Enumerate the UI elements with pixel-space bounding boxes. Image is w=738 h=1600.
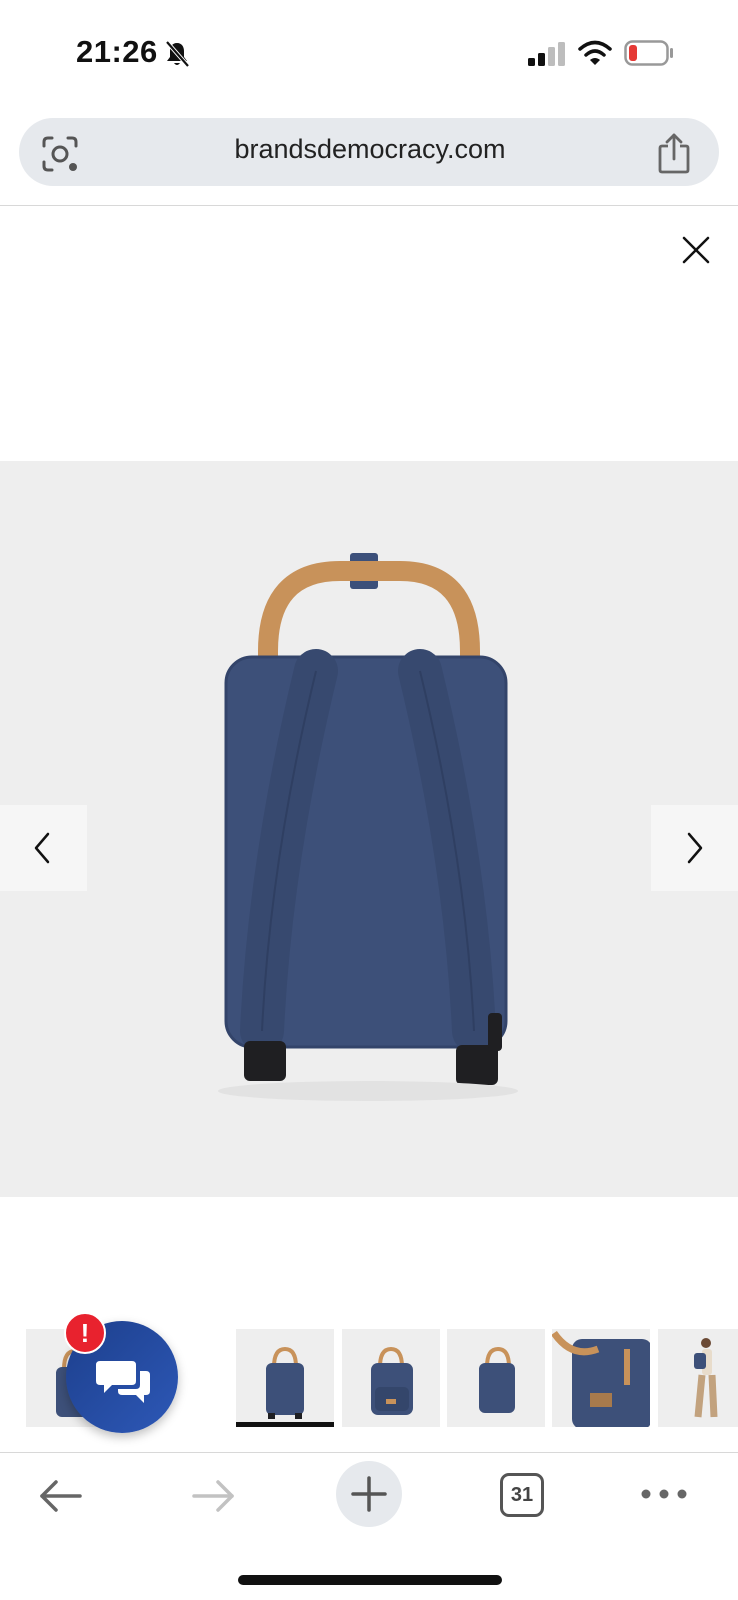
header-divider	[0, 205, 738, 206]
thumbnail-6[interactable]	[658, 1329, 738, 1427]
thumbnail-2[interactable]	[236, 1329, 334, 1427]
product-main-image[interactable]	[0, 461, 738, 1197]
person-with-backpack-image	[694, 1338, 718, 1418]
wifi-icon	[578, 40, 612, 65]
more-options-icon[interactable]	[640, 1484, 688, 1504]
new-tab-button[interactable]	[336, 1461, 402, 1527]
backpack-thumb-image	[266, 1346, 304, 1419]
back-arrow-icon[interactable]	[36, 1476, 84, 1516]
backpack-image	[218, 553, 518, 1101]
toolbar-divider	[0, 1452, 738, 1453]
tab-switcher-button[interactable]: 31	[500, 1473, 544, 1517]
backpack-thumb-image	[371, 1346, 413, 1415]
lens-icon[interactable]	[40, 134, 80, 174]
thumbnail-4[interactable]	[447, 1329, 545, 1427]
plus-icon	[351, 1476, 387, 1512]
battery-low-icon	[624, 40, 673, 66]
next-image-button[interactable]	[651, 805, 738, 891]
close-icon[interactable]	[676, 230, 716, 270]
url-text[interactable]: brandsdemocracy.com	[120, 134, 620, 165]
backpack-thumb-image	[552, 1330, 650, 1427]
status-time: 21:26	[76, 34, 158, 69]
selected-thumbnail-indicator	[236, 1422, 334, 1427]
chevron-left-icon	[34, 832, 50, 864]
share-icon[interactable]	[656, 132, 692, 176]
thumbnail-5[interactable]	[552, 1329, 650, 1427]
bell-slash-icon	[165, 40, 190, 68]
home-indicator	[238, 1575, 502, 1585]
chevron-right-icon	[687, 832, 703, 864]
thumbnail-3[interactable]	[342, 1329, 440, 1427]
backpack-thumb-image	[479, 1346, 515, 1413]
chat-notification-badge: !	[64, 1312, 106, 1354]
previous-image-button[interactable]	[0, 805, 87, 891]
forward-arrow-icon[interactable]	[190, 1476, 238, 1516]
cellular-signal-icon	[528, 42, 565, 66]
